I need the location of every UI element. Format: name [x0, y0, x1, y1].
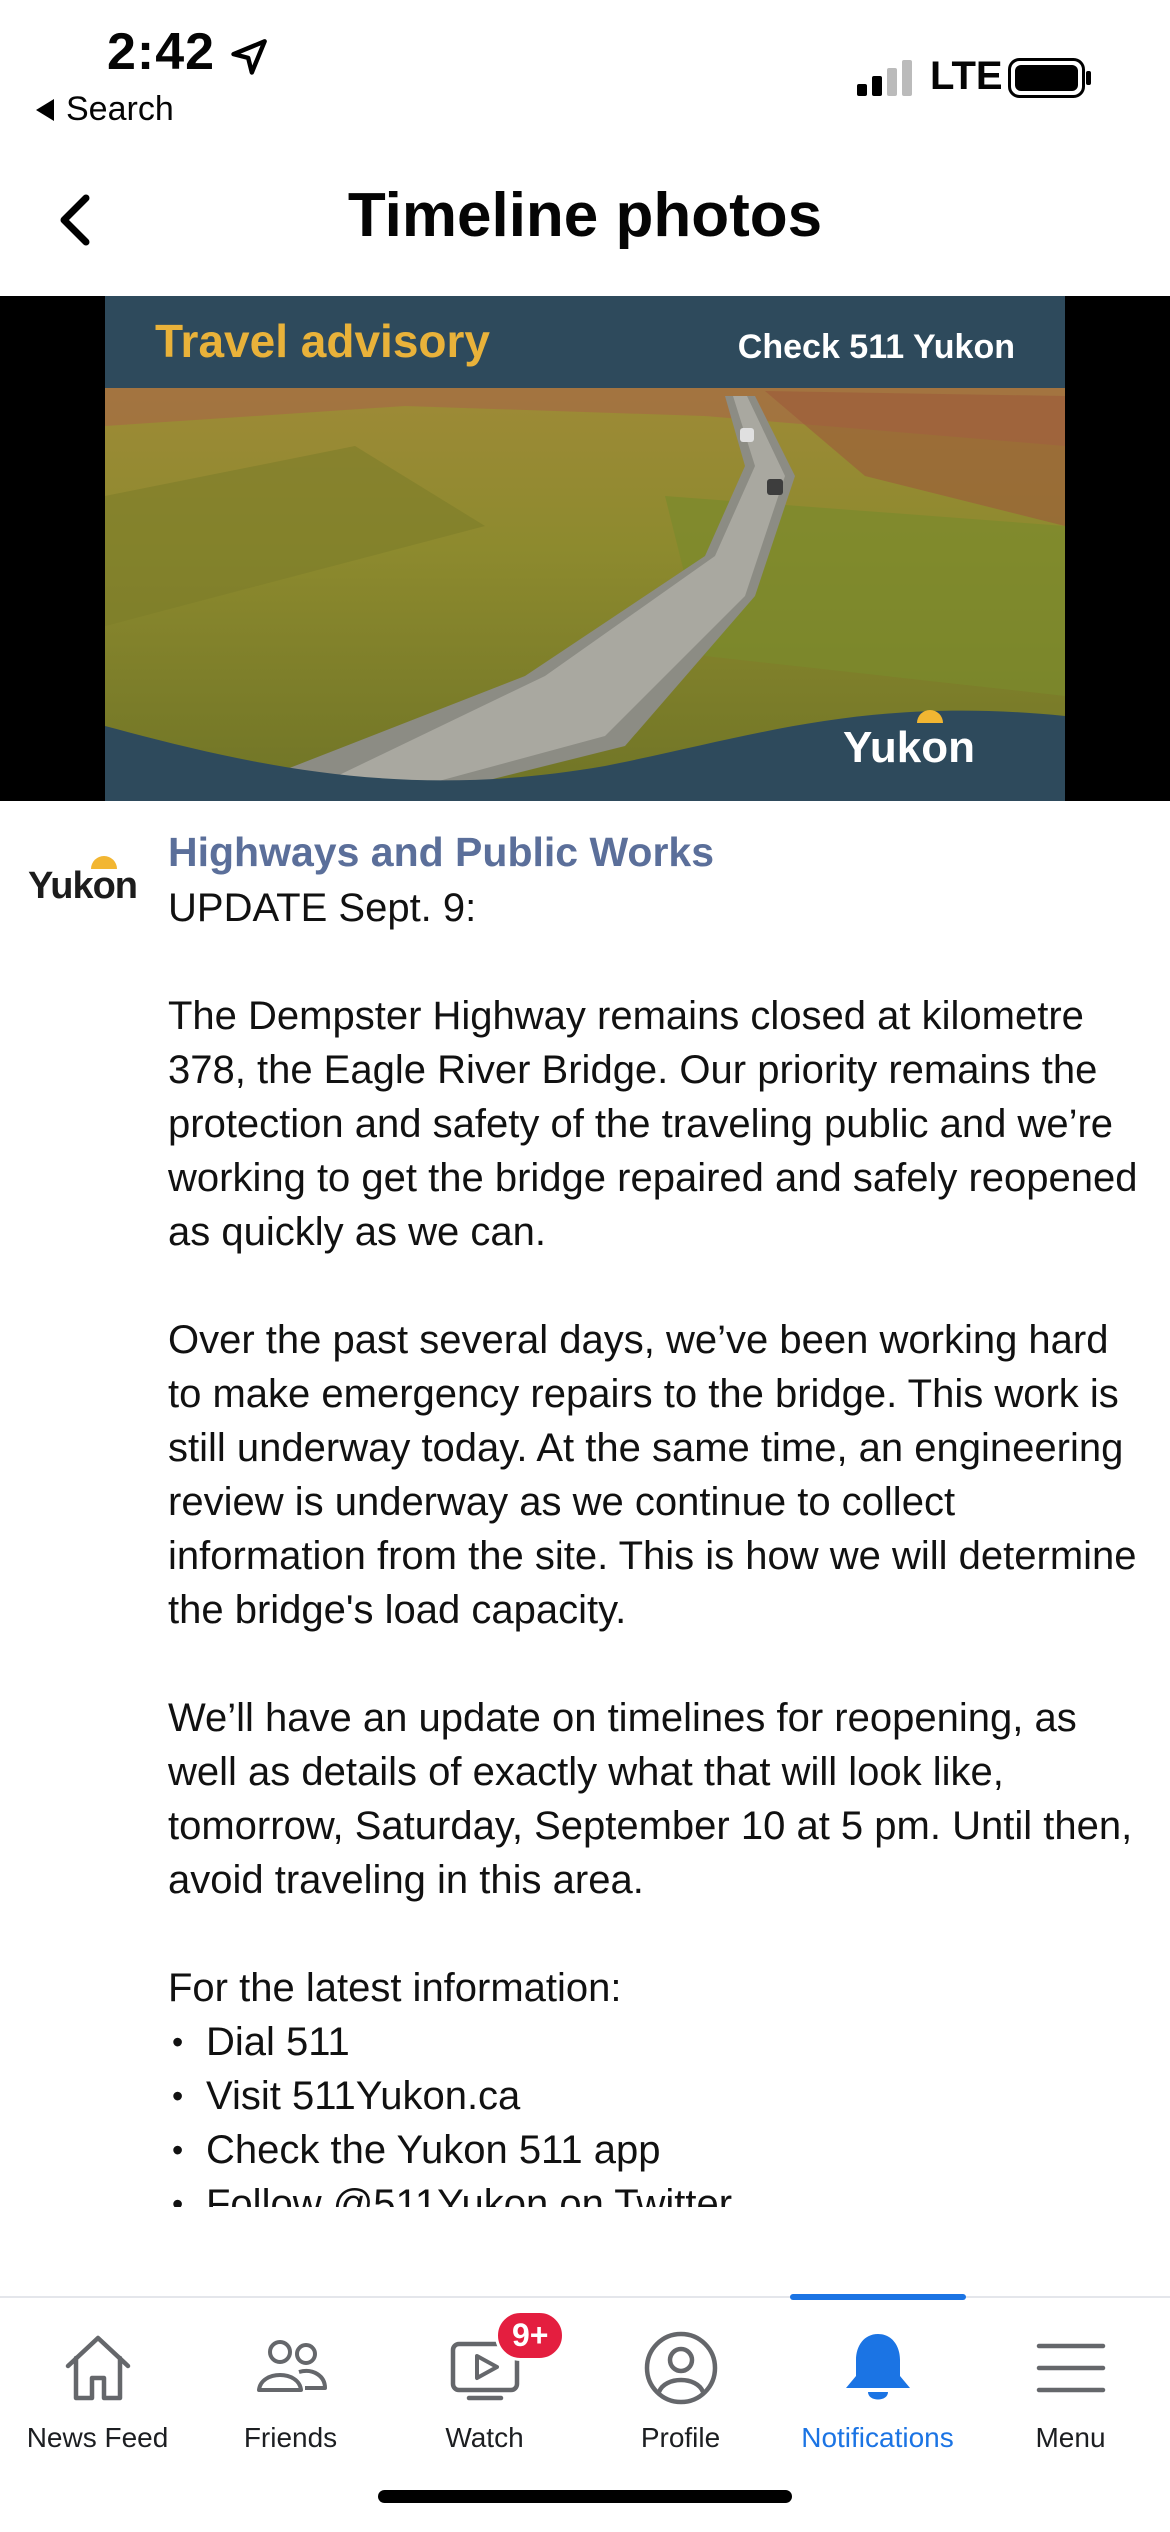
home-icon: [65, 2335, 130, 2401]
back-triangle-icon: [36, 98, 54, 121]
post-author[interactable]: Highways and Public Works: [168, 829, 714, 876]
travel-advisory-image[interactable]: Travel advisory Check 511 Yukon Yukon: [105, 296, 1065, 801]
banner-subtitle: Check 511 Yukon: [737, 328, 1015, 366]
post-update-line: UPDATE Sept. 9:: [168, 886, 477, 930]
post-body: UPDATE Sept. 9: The Dempster Highway rem…: [168, 881, 1143, 2207]
list-item: Follow @511Yukon on Twitter: [168, 2177, 1143, 2207]
info-list: Dial 511 Visit 511Yukon.ca Check the Yuk…: [168, 2015, 1143, 2207]
back-to-search-link[interactable]: Search: [36, 90, 174, 129]
home-indicator: [378, 2490, 792, 2503]
back-to-search-label: Search: [66, 90, 174, 128]
status-time: 2:42: [107, 23, 216, 81]
network-type: LTE: [930, 54, 1003, 98]
tab-label: Friends: [243, 2422, 338, 2453]
active-tab-indicator: [790, 2294, 966, 2300]
photo-viewer[interactable]: Travel advisory Check 511 Yukon Yukon: [0, 296, 1170, 801]
page-title: Timeline photos: [347, 181, 823, 250]
cellular-signal-icon: [857, 60, 912, 96]
tab-notifications[interactable]: Notifications: [780, 2328, 975, 2478]
avatar-logo-text: Yukon: [28, 865, 138, 907]
avatar[interactable]: Yukon: [28, 851, 138, 911]
tab-menu[interactable]: Menu: [973, 2328, 1168, 2478]
list-item: Dial 511: [168, 2015, 1143, 2069]
profile-icon: [644, 2331, 717, 2405]
tab-watch[interactable]: 9+ Watch: [387, 2310, 582, 2478]
tab-label: Watch: [445, 2422, 524, 2453]
tab-label: Notifications: [801, 2422, 954, 2453]
list-item: Check the Yukon 511 app: [168, 2123, 1143, 2177]
friends-icon: [256, 2340, 327, 2392]
banner-title: Travel advisory: [155, 315, 490, 367]
yukon-logo: Yukon: [842, 723, 975, 772]
tab-profile[interactable]: Profile: [583, 2328, 778, 2478]
watch-badge: 9+: [495, 2310, 566, 2361]
status-bar: 2:42 Search LTE: [0, 0, 1170, 140]
post-paragraph-2: Over the past several days, we’ve been w…: [168, 1318, 1137, 1632]
menu-icon: [1036, 2343, 1105, 2393]
post-paragraph-1: The Dempster Highway remains closed at k…: [168, 994, 1138, 1254]
list-item: Visit 511Yukon.ca: [168, 2069, 1143, 2123]
tab-label: Menu: [1035, 2422, 1106, 2453]
tab-label: News Feed: [26, 2422, 169, 2453]
bell-icon: [845, 2334, 910, 2400]
page-header: Timeline photos: [0, 160, 1170, 270]
location-arrow-icon: [231, 39, 267, 75]
tab-news-feed[interactable]: News Feed: [0, 2328, 195, 2478]
post-latest-heading: For the latest information:: [168, 1966, 622, 2010]
battery-icon: [1008, 58, 1091, 98]
post-paragraph-3: We’ll have an update on timelines for re…: [168, 1696, 1133, 1902]
tab-label: Profile: [640, 2422, 721, 2453]
tab-friends[interactable]: Friends: [193, 2328, 388, 2478]
yukon-sun-icon: [917, 710, 943, 723]
